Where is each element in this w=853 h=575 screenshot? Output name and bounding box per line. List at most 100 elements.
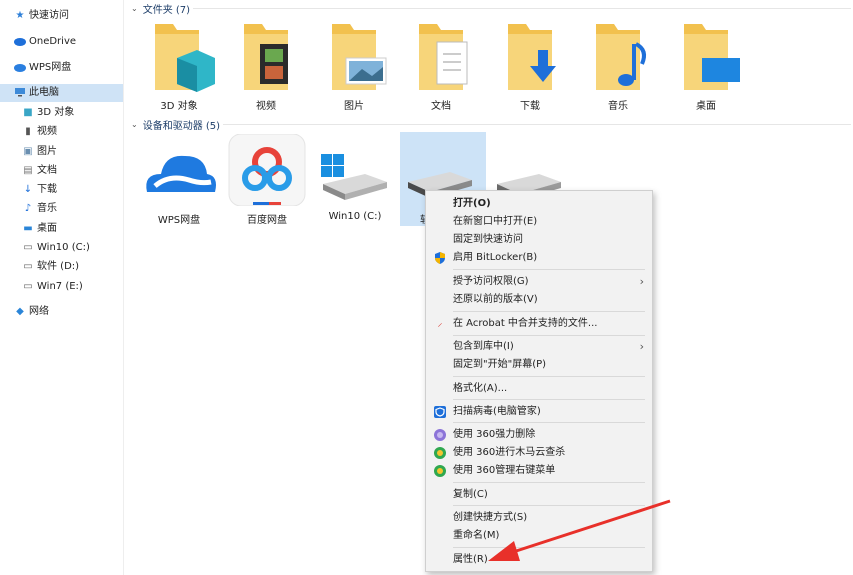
sidebar-item-label: 图片 [37,146,57,157]
computer-icon [14,87,26,99]
tile-label: 图片 [344,101,364,112]
cube-icon: ■ [23,107,33,118]
divider [223,124,851,125]
sidebar-item-drive-e[interactable]: ▭ Win7 (E:) [22,278,83,296]
sidebar-item-label: 软件 (D:) [37,261,80,272]
folder-desktop[interactable]: 桌面 [666,20,746,112]
sidebar-item-label: 网络 [29,306,49,317]
system-drive-icon [321,154,387,200]
desktop-icon: ▬ [23,223,33,234]
menu-item-give-access[interactable]: 授予访问权限(G) › [426,273,652,291]
sidebar-item-downloads[interactable]: ↓ 下载 [22,181,57,199]
tile-label: 3D 对象 [160,101,198,112]
tile-label: Win10 (C:) [328,211,382,222]
menu-item-label: 使用 360管理右键菜单 [453,465,556,476]
menu-item-open[interactable]: 打开(O) [426,195,652,213]
menu-item-open-new-window[interactable]: 在新窗口中打开(E) [426,213,652,231]
menu-separator [453,482,645,483]
folder-downloads[interactable]: 下载 [490,20,570,112]
annotation-arrow [488,499,671,561]
menu-item-label: 授予访问权限(G) [453,276,529,287]
device-baidu-netdisk[interactable]: 百度网盘 [227,133,307,226]
divider [193,8,851,9]
download-folder-icon [508,24,556,90]
menu-item-360-manage-menu[interactable]: 使用 360管理右键菜单 [426,462,652,480]
sidebar-item-label: 3D 对象 [37,107,75,118]
film-folder-icon [244,24,288,90]
sidebar-item-wps-cloud[interactable]: WPS网盘 [14,59,71,77]
sidebar-item-drive-d[interactable]: ▭ 软件 (D:) [22,258,79,276]
devices-group-header[interactable]: ⌄ 设备和驱动器 (5) [131,117,220,132]
cube-folder-icon [155,24,215,92]
menu-separator [453,376,645,377]
tile-label: 百度网盘 [247,215,287,226]
picture-folder-icon [332,24,387,90]
drive-icon: ▭ [23,261,33,272]
menu-item-360-trojan-scan[interactable]: 使用 360进行木马云查杀 [426,444,652,462]
sidebar-item-network[interactable]: ◆ 网络 [14,303,49,321]
sidebar-item-label: 音乐 [37,203,57,214]
360-icon [434,465,446,477]
navigation-pane: ★ 快速访问 OneDrive WPS网盘 此电脑 ■ 3D 对象 ▮ 视频 ▣… [0,0,124,575]
acrobat-icon: ⸝ [437,318,443,329]
menu-item-label: 固定到快速访问 [453,234,523,245]
sidebar-item-label: 视频 [37,126,57,137]
sidebar-item-label: Win10 (C:) [37,242,90,253]
sidebar-item-label: 下载 [37,184,57,195]
document-icon: ▤ [23,165,33,176]
menu-item-bitlocker[interactable]: 启用 BitLocker(B) [426,249,652,267]
menu-separator [453,399,645,400]
menu-item-label: 在新窗口中打开(E) [453,216,538,227]
360-icon [434,429,446,441]
chevron-down-icon: ⌄ [131,4,138,13]
menu-item-label: 在 Acrobat 中合并支持的文件... [453,318,598,329]
desktop-folder-icon [684,24,740,90]
star-icon: ★ [15,10,25,21]
cloud-icon [14,36,26,48]
sidebar-item-desktop[interactable]: ▬ 桌面 [22,220,57,238]
folder-3d-objects[interactable]: 3D 对象 [139,20,219,112]
menu-item-acrobat-combine[interactable]: ⸝ 在 Acrobat 中合并支持的文件... [426,315,652,333]
menu-item-label: 包含到库中(I) [453,341,514,352]
menu-item-label: 启用 BitLocker(B) [453,252,538,263]
menu-item-pin-quick-access[interactable]: 固定到快速访问 [426,231,652,249]
tile-label: 文档 [431,101,451,112]
menu-separator [453,269,645,270]
tencent-shield-icon [434,406,446,418]
menu-separator [453,311,645,312]
download-icon: ↓ [23,184,33,195]
folder-pictures[interactable]: 图片 [314,20,394,112]
sidebar-item-videos[interactable]: ▮ 视频 [22,123,57,141]
device-wps-cloud[interactable]: WPS网盘 [139,134,219,226]
sidebar-item-quick-access[interactable]: ★ 快速访问 [14,7,69,25]
menu-item-pin-to-start[interactable]: 固定到"开始"屏幕(P) [426,356,652,374]
menu-item-restore-versions[interactable]: 还原以前的版本(V) [426,291,652,309]
sidebar-item-this-pc[interactable]: 此电脑 [0,84,123,102]
menu-item-label: 格式化(A)... [453,383,508,394]
sidebar-item-3d-objects[interactable]: ■ 3D 对象 [22,104,74,122]
menu-item-label: 扫描病毒(电脑管家) [453,406,541,417]
menu-item-format[interactable]: 格式化(A)... [426,380,652,398]
group-title: 文件夹 (7) [142,5,191,16]
device-drive-c[interactable]: Win10 (C:) [315,134,395,226]
menu-separator [453,422,645,423]
menu-item-scan-virus[interactable]: 扫描病毒(电脑管家) [426,403,652,421]
chevron-right-icon: › [639,340,644,353]
folder-music[interactable]: 音乐 [578,20,658,112]
chevron-down-icon: ⌄ [131,120,138,129]
folder-documents[interactable]: 文档 [401,20,481,112]
tile-label: 音乐 [608,101,628,112]
menu-item-360-force-delete[interactable]: 使用 360强力删除 [426,426,652,444]
drive-icon: ▭ [23,281,33,292]
sidebar-item-music[interactable]: ♪ 音乐 [22,200,57,218]
shield-icon [435,252,445,264]
folders-group-header[interactable]: ⌄ 文件夹 (7) [131,1,190,16]
sidebar-item-pictures[interactable]: ▣ 图片 [22,143,57,161]
sidebar-item-onedrive[interactable]: OneDrive [14,33,76,51]
sidebar-item-label: Win7 (E:) [37,281,83,292]
menu-item-include-in-library[interactable]: 包含到库中(I) › [426,338,652,356]
sidebar-item-drive-c[interactable]: ▭ Win10 (C:) [22,239,90,257]
folder-videos[interactable]: 视频 [226,20,306,112]
sidebar-item-documents[interactable]: ▤ 文档 [22,162,57,180]
menu-separator [453,335,645,336]
